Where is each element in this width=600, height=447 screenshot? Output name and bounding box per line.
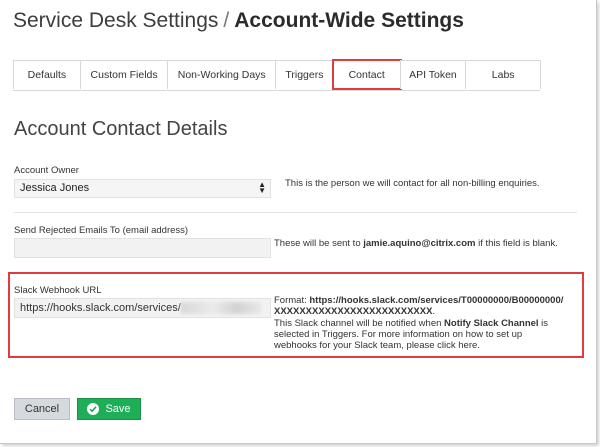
slack-webhook-label: Slack Webhook URL: [14, 285, 102, 296]
rejected-help-prefix: These will be sent to: [274, 238, 364, 249]
settings-tabs: Defaults Custom Fields Non-Working Days …: [13, 59, 542, 91]
check-icon: [87, 403, 100, 415]
section-title: Account Contact Details: [14, 118, 228, 140]
redacted-blur: [180, 302, 261, 315]
divider: [14, 212, 577, 213]
format-prefix: Format:: [274, 295, 310, 306]
breadcrumb[interactable]: Service Desk Settings: [13, 9, 218, 32]
account-owner-select[interactable]: Jessica Jones ▲ ▼: [14, 179, 271, 198]
page-header: Service Desk Settings / Account-Wide Setti…: [13, 9, 464, 33]
format-example: https://hooks.slack.com/services/T000000…: [274, 295, 564, 317]
tab-non-working-days[interactable]: Non-Working Days: [167, 60, 277, 89]
save-label: Save: [105, 403, 131, 415]
rejected-emails-label: Send Rejected Emails To (email address): [14, 225, 189, 236]
slack-description: This Slack channel will be notified when…: [274, 318, 566, 351]
slack-format-help: Format: https://hooks.slack.com/services…: [274, 295, 564, 317]
rejected-emails-help: These will be sent to jamie.aquino@citri…: [274, 238, 558, 249]
notify-slack-channel-text: Notify Slack Channel: [444, 318, 539, 329]
breadcrumb-separator: /: [223, 9, 230, 32]
tab-labs[interactable]: Labs: [465, 60, 542, 89]
cancel-button[interactable]: Cancel: [14, 398, 70, 420]
desc-prefix: This Slack channel will be notified when: [274, 318, 445, 329]
tab-contact[interactable]: Contact: [331, 59, 402, 90]
format-end: .: [432, 306, 436, 317]
account-owner-label: Account Owner: [14, 165, 79, 176]
rejected-help-suffix: if this field is blank.: [475, 238, 558, 249]
account-owner-help: This is the person we will contact for a…: [285, 178, 540, 189]
tab-custom-fields[interactable]: Custom Fields: [79, 60, 169, 89]
slack-webhook-value: https://hooks.slack.com/services/: [20, 302, 181, 314]
tab-triggers[interactable]: Triggers: [275, 60, 334, 89]
account-owner-value: Jessica Jones: [20, 182, 90, 194]
rejected-emails-input[interactable]: [14, 238, 271, 258]
fallback-email: jamie.aquino@citrix.com: [363, 238, 476, 249]
tab-api-token[interactable]: API Token: [399, 60, 467, 89]
tab-defaults[interactable]: Defaults: [13, 60, 81, 89]
select-arrows-icon: ▲ ▼: [258, 180, 266, 195]
page-title: Account-Wide Settings: [234, 9, 464, 32]
save-button[interactable]: Save: [77, 398, 141, 420]
slack-webhook-input[interactable]: https://hooks.slack.com/services/: [14, 298, 271, 318]
